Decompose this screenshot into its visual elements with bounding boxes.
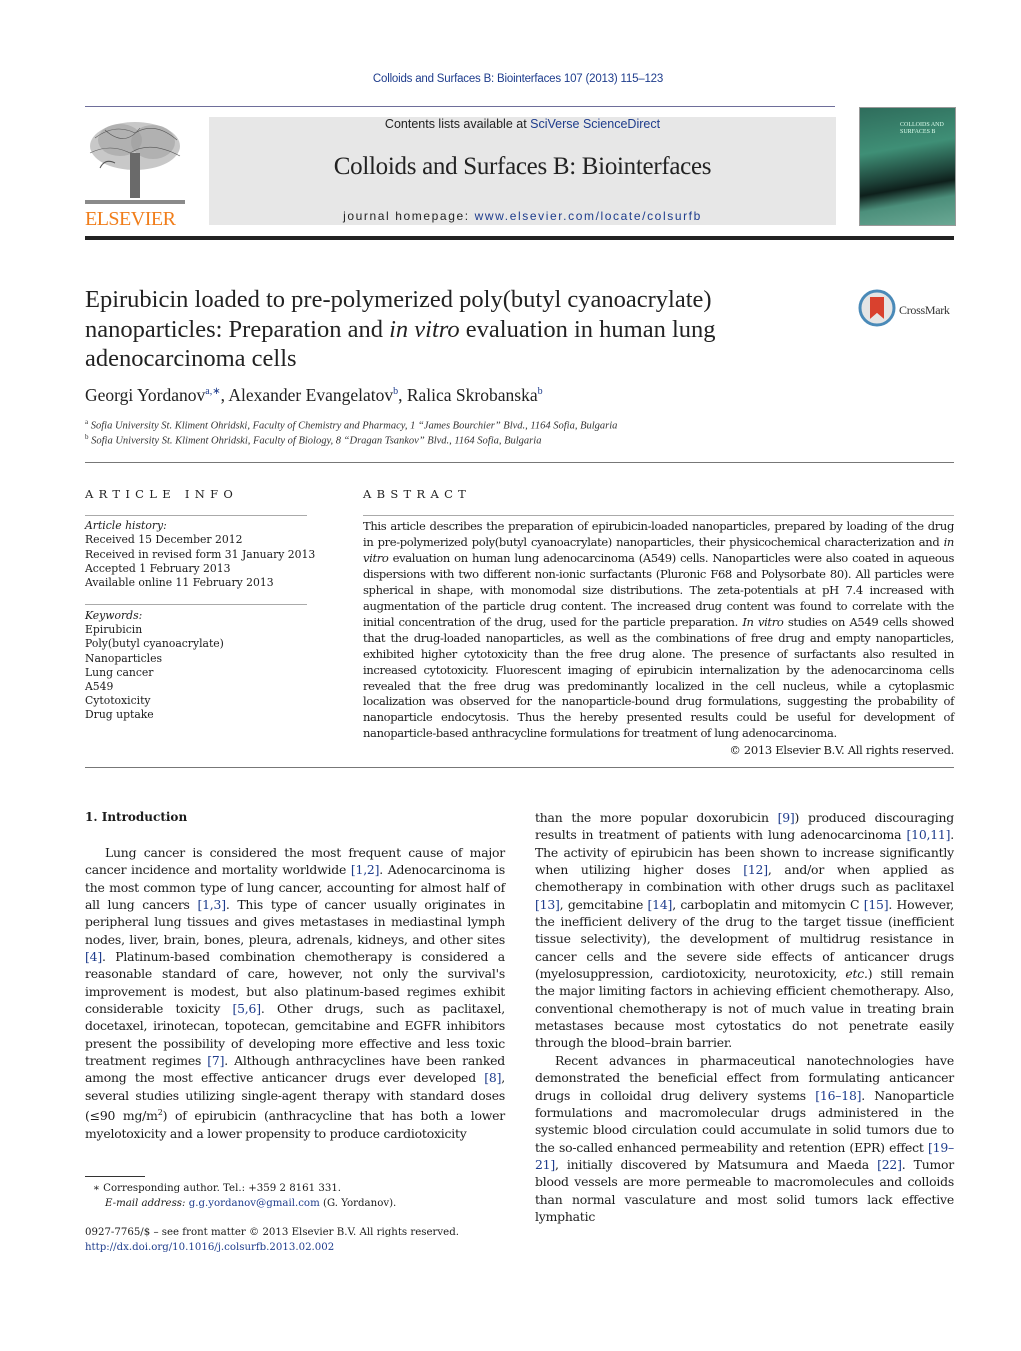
footnote-text: ∗ Corresponding author. Tel.: +359 2 816… [93, 1183, 342, 1194]
history-item: Available online 11 February 2013 [85, 576, 274, 590]
article-info-rule [85, 515, 307, 516]
citation-ref-link[interactable]: [1,2] [351, 862, 380, 877]
body-text: , carboplatin and mitomycin C [672, 896, 864, 912]
abstract-rule [363, 515, 954, 516]
affiliation-a: a Sofia University St. Kliment Ohridski,… [85, 418, 617, 432]
body-column-right: than the more popular doxorubicin [9]) p… [535, 809, 954, 1225]
email-suffix: (G. Yordanov). [319, 1197, 397, 1209]
contents-available-line: Contents lists available at SciVerse Sci… [209, 117, 836, 131]
affiliation-b: b Sofia University St. Kliment Ohridski,… [85, 433, 541, 447]
cover-title-line: COLLOIDS AND [900, 122, 944, 128]
header-rule [85, 106, 835, 107]
contents-prefix: Contents lists available at [384, 117, 531, 131]
citation-ref-link[interactable]: [5,6] [232, 1001, 261, 1016]
author-name[interactable]: Georgi Yordanov [85, 385, 205, 405]
affiliation-text: Sofia University St. Kliment Ohridski, F… [91, 435, 542, 447]
cover-title: COLLOIDS AND SURFACES B [900, 122, 944, 136]
journal-homepage-line: journal homepage: www.elsevier.com/locat… [209, 209, 836, 223]
section-divider [85, 767, 954, 768]
paragraph: Recent advances in pharmaceutical nanote… [535, 1052, 954, 1225]
keyword: Cytotoxicity [85, 694, 151, 708]
author-list: Georgi Yordanova,∗, Alexander Evangelato… [85, 385, 543, 405]
citation-ref-link[interactable]: [4] [85, 949, 102, 964]
italic-text: etc. [845, 966, 868, 982]
article-title: Epirubicin loaded to pre-polymerized pol… [85, 285, 835, 374]
history-label: Article history: [85, 519, 167, 532]
cover-title-line: SURFACES B [900, 129, 936, 135]
abstract-heading: ABSTRACT [363, 487, 472, 501]
citation-ref-link[interactable]: [16–18] [815, 1088, 861, 1103]
history-item: Received 15 December 2012 [85, 533, 243, 547]
abstract-italic: In vitro [742, 614, 784, 629]
citation-ref-link[interactable]: [9] [778, 810, 795, 825]
sciencedirect-link[interactable]: SciVerse ScienceDirect [530, 117, 660, 131]
citation-ref-link[interactable]: [1,3] [197, 897, 226, 912]
abstract-text: This article describes the preparation o… [363, 519, 954, 742]
paragraph: than the more popular doxorubicin [9]) p… [535, 809, 954, 1052]
crossmark-label: CrossMark [899, 302, 950, 317]
keyword: Nanoparticles [85, 651, 163, 665]
journal-homepage-link[interactable]: www.elsevier.com/locate/colsurfb [475, 209, 702, 223]
front-matter-text: 0927-7765/$ – see front matter © 2013 El… [85, 1227, 459, 1238]
doi-link[interactable]: http://dx.doi.org/10.1016/j.colsurfb.201… [85, 1241, 459, 1256]
crossmark-icon [858, 289, 896, 331]
affiliation-mark: a [85, 418, 89, 426]
journal-cover-image[interactable]: COLLOIDS AND SURFACES B [859, 107, 956, 226]
article-history: Article history: Received 15 December 20… [85, 519, 315, 590]
affiliation-mark: b [85, 433, 89, 441]
header-thick-rule [85, 236, 954, 240]
keyword: Drug uptake [85, 708, 154, 722]
abstract-segment: This article describes the preparation o… [363, 519, 954, 549]
citation-ref-link[interactable]: [8] [484, 1070, 501, 1085]
citation-ref-link[interactable]: [12] [743, 862, 768, 877]
citation-ref-link[interactable]: [10,11] [907, 827, 951, 842]
keyword: A549 [85, 680, 114, 694]
author-affil-mark[interactable]: a,∗ [205, 386, 220, 397]
elsevier-wordmark: ELSEVIER [85, 208, 176, 230]
citation-ref-link[interactable]: [15] [864, 897, 889, 912]
abstract-segment: studies on A549 cells showed that the dr… [363, 614, 955, 741]
section-divider [85, 462, 954, 463]
history-item: Received in revised form 31 January 2013 [85, 547, 316, 561]
keyword: Poly(butyl cyanoacrylate) [85, 637, 224, 651]
citation-ref-link[interactable]: [13] [535, 897, 560, 912]
homepage-prefix: journal homepage: [343, 209, 475, 223]
corresponding-author-footnote: ∗ Corresponding author. Tel.: +359 2 816… [93, 1182, 396, 1211]
keywords-label: Keywords: [85, 609, 143, 622]
body-column-left: Lung cancer is considered the most frequ… [85, 844, 505, 1142]
body-text: , initially discovered by Matsumura and … [555, 1156, 878, 1172]
author-name[interactable]: Alexander Evangelatov [228, 385, 393, 405]
front-matter: 0927-7765/$ – see front matter © 2013 El… [85, 1226, 459, 1255]
journal-citation[interactable]: Colloids and Surfaces B: Biointerfaces 1… [0, 73, 1021, 85]
article-info-heading: ARTICLE INFO [85, 487, 239, 501]
footnote-rule [85, 1176, 145, 1177]
author-affil-mark[interactable]: b [538, 386, 543, 397]
introduction-heading: 1. Introduction [85, 810, 188, 824]
title-italic: in vitro [389, 315, 460, 343]
citation-ref-link[interactable]: [22] [877, 1157, 902, 1172]
history-item: Accepted 1 February 2013 [85, 561, 231, 575]
article-info-rule [85, 604, 307, 605]
body-text: than the more popular doxorubicin [535, 810, 778, 825]
author-name[interactable]: Ralica Skrobanska [407, 385, 538, 405]
citation-ref-link[interactable]: [7] [207, 1053, 224, 1068]
keyword: Epirubicin [85, 623, 143, 637]
journal-title: Colloids and Surfaces B: Biointerfaces [333, 153, 712, 180]
crossmark-button[interactable]: CrossMark [858, 289, 958, 331]
email-label: E-mail address: [105, 1197, 189, 1209]
citation-ref-link[interactable]: [14] [648, 897, 673, 912]
body-text: , gemcitabine [559, 896, 648, 912]
email-link[interactable]: g.g.yordanov@gmail.com [189, 1198, 320, 1209]
abstract-copyright: © 2013 Elsevier B.V. All rights reserved… [729, 743, 954, 757]
keyword: Lung cancer [85, 665, 154, 679]
author-affil-mark[interactable]: b [393, 386, 398, 397]
paragraph: Lung cancer is considered the most frequ… [85, 844, 505, 1142]
affiliation-text: Sofia University St. Kliment Ohridski, F… [90, 420, 618, 432]
keywords-list: Keywords: Epirubicin Poly(butyl cyanoacr… [85, 609, 224, 723]
